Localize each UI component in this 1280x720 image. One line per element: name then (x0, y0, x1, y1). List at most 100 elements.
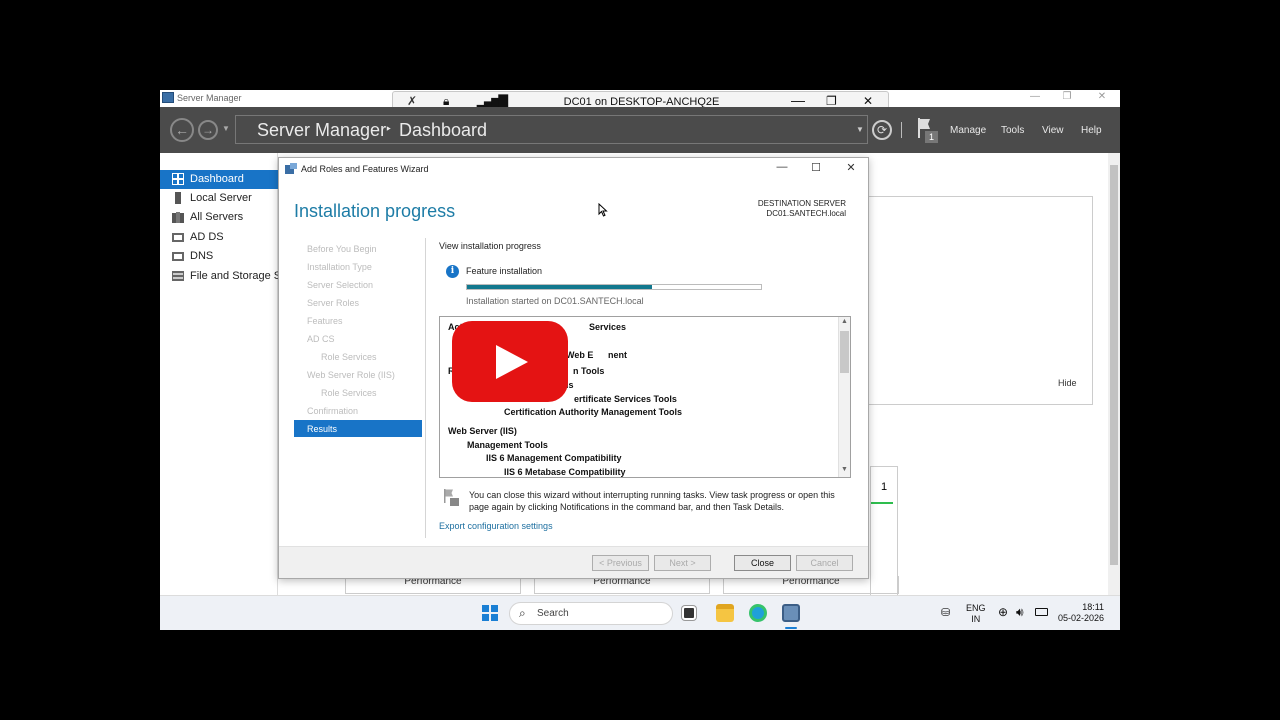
server-manager-sidebar: Dashboard Local Server All Servers AD DS… (160, 153, 287, 595)
destination-value: DC01.SANTECH.local (766, 209, 846, 218)
dashboard-icon (172, 173, 184, 185)
server-manager-window-title: Server Manager (177, 93, 242, 103)
refresh-icon[interactable]: ⟳ (872, 120, 892, 140)
menu-manage[interactable]: Manage (950, 125, 986, 136)
wizard-app-icon (285, 163, 297, 174)
scroll-down-icon[interactable]: ▼ (839, 466, 850, 473)
view-progress-label: View installation progress (439, 241, 541, 251)
file-explorer-icon[interactable] (716, 604, 734, 622)
step-results[interactable]: Results (294, 420, 422, 437)
sidebar-item-label: AD DS (190, 231, 224, 243)
language-indicator[interactable]: ENG IN (966, 603, 986, 625)
server-manager-taskbar-icon[interactable] (782, 604, 800, 622)
feature-item: Management Tools (467, 440, 548, 450)
sidebar-item-dashboard[interactable]: Dashboard (160, 170, 278, 189)
sidebar-item-all-servers[interactable]: All Servers (160, 208, 278, 227)
close-wizard-button[interactable]: Close (734, 555, 791, 571)
wizard-title: Add Roles and Features Wizard (301, 164, 429, 174)
breadcrumb-page: Dashboard (399, 120, 488, 140)
feature-item: IIS 6 Metabase Compatibility (504, 467, 626, 477)
page-title: Installation progress (294, 201, 456, 221)
breadcrumb-dropdown-icon[interactable]: ▼ (856, 125, 864, 134)
active-app-indicator (785, 627, 797, 629)
storage-icon (172, 271, 184, 281)
language-code: ENG (966, 603, 986, 613)
tile-status-bar (871, 502, 893, 504)
step-web-server-role: Web Server Role (IIS) (307, 370, 395, 380)
sidebar-item-dns[interactable]: DNS (160, 247, 278, 266)
minimize-button[interactable]: — (1025, 91, 1045, 105)
feature-item: Web Server (IIS) (448, 426, 517, 436)
notification-flag-icon (444, 489, 459, 506)
scrollbar-thumb[interactable] (840, 331, 849, 373)
step-role-services-iis: Role Services (321, 388, 377, 398)
step-server-roles: Server Roles (307, 298, 360, 308)
wizard-titlebar: Add Roles and Features Wizard — ☐ ✕ (279, 158, 868, 180)
previous-button[interactable]: < Previous (592, 555, 649, 571)
features-scrollbar[interactable]: ▲ ▼ (838, 317, 850, 477)
rdp-close-button[interactable]: ✕ (863, 94, 873, 108)
dns-icon (172, 252, 184, 261)
sidebar-item-label: Dashboard (190, 173, 244, 185)
sidebar-item-file-storage[interactable]: File and Storage Se (160, 267, 287, 286)
menu-view[interactable]: View (1042, 125, 1064, 136)
taskbar-search-input[interactable]: ⌕ Search (509, 602, 673, 625)
sidebar-item-label: DNS (190, 250, 214, 262)
wizard-close-button[interactable]: ✕ (841, 161, 861, 177)
feature-item: ertificate Services Tools (574, 394, 677, 404)
breadcrumb-app[interactable]: Server Manager (257, 120, 386, 141)
volume-icon[interactable]: 🔊︎ (1016, 606, 1024, 618)
play-triangle-icon (496, 345, 528, 379)
clock[interactable]: 18:11 05-02-2026 (1058, 602, 1104, 624)
next-button[interactable]: Next > (654, 555, 711, 571)
sidebar-item-label: File and Storage Se (190, 270, 288, 282)
battery-icon[interactable] (1035, 608, 1048, 616)
step-ad-cs: AD CS (307, 334, 335, 344)
menu-tools[interactable]: Tools (1001, 125, 1024, 136)
feature-installation-label: Feature installation (466, 266, 543, 276)
export-configuration-link[interactable]: Export configuration settings (439, 521, 553, 531)
youtube-play-icon[interactable] (452, 321, 568, 402)
hide-link[interactable]: Hide (1058, 378, 1077, 388)
menu-help[interactable]: Help (1081, 125, 1102, 136)
edge-browser-icon[interactable] (749, 604, 767, 622)
server-icon (175, 192, 181, 204)
info-icon: i (446, 265, 459, 278)
server-manager-header: ← → ▼ Server Manager ‣ Dashboard ▼ ⟳ 1 M… (160, 107, 1120, 153)
remote-desktop-screen: Server Manager — ❐ ✕ ✗ 🔒︎ ▁▃▅▇ DC01 on D… (160, 90, 1120, 630)
clock-date: 05-02-2026 (1058, 613, 1105, 623)
installation-progress-bar (466, 284, 762, 290)
dashboard-scrollbar[interactable] (1108, 153, 1120, 595)
installation-started-text: Installation started on DC01.SANTECH.loc… (466, 296, 644, 306)
wizard-body: Installation progress DESTINATION SERVER… (279, 180, 868, 546)
close-button[interactable]: ✕ (1092, 91, 1112, 105)
feature-item: nent (608, 350, 627, 360)
feature-item: Certification Authority Management Tools (504, 407, 683, 417)
scrollbar-thumb[interactable] (1110, 165, 1118, 565)
wizard-footer: < Previous Next > Close Cancel (279, 546, 868, 578)
breadcrumb-separator-icon: ‣ (385, 122, 393, 136)
notifications-flag-icon[interactable]: 1 (916, 116, 940, 144)
maximize-button[interactable]: ❐ (1057, 91, 1077, 105)
back-button[interactable]: ← (170, 118, 194, 142)
cancel-button[interactable]: Cancel (796, 555, 853, 571)
scroll-up-icon[interactable]: ▲ (839, 318, 850, 325)
network-status-icon[interactable]: ⛁ (941, 608, 950, 619)
wizard-minimize-button[interactable]: — (772, 161, 792, 177)
globe-icon[interactable]: ⊕ (998, 606, 1008, 618)
rdp-minimize-button[interactable]: — (791, 92, 805, 108)
search-placeholder: Search (537, 608, 569, 619)
step-features: Features (307, 316, 343, 326)
progress-fill (467, 285, 653, 289)
sidebar-item-ad-ds[interactable]: AD DS (160, 228, 278, 247)
feature-item: Services (589, 322, 627, 332)
wizard-maximize-button[interactable]: ☐ (806, 161, 826, 177)
history-dropdown-icon[interactable]: ▼ (222, 124, 230, 133)
rdp-restore-button[interactable]: ❐ (826, 94, 837, 108)
forward-button[interactable]: → (198, 120, 218, 140)
windows-start-icon[interactable] (482, 605, 498, 621)
sidebar-item-local-server[interactable]: Local Server (160, 189, 278, 208)
search-icon: ⌕ (519, 606, 526, 620)
task-view-icon[interactable] (682, 606, 696, 620)
ad-ds-icon (172, 233, 184, 242)
